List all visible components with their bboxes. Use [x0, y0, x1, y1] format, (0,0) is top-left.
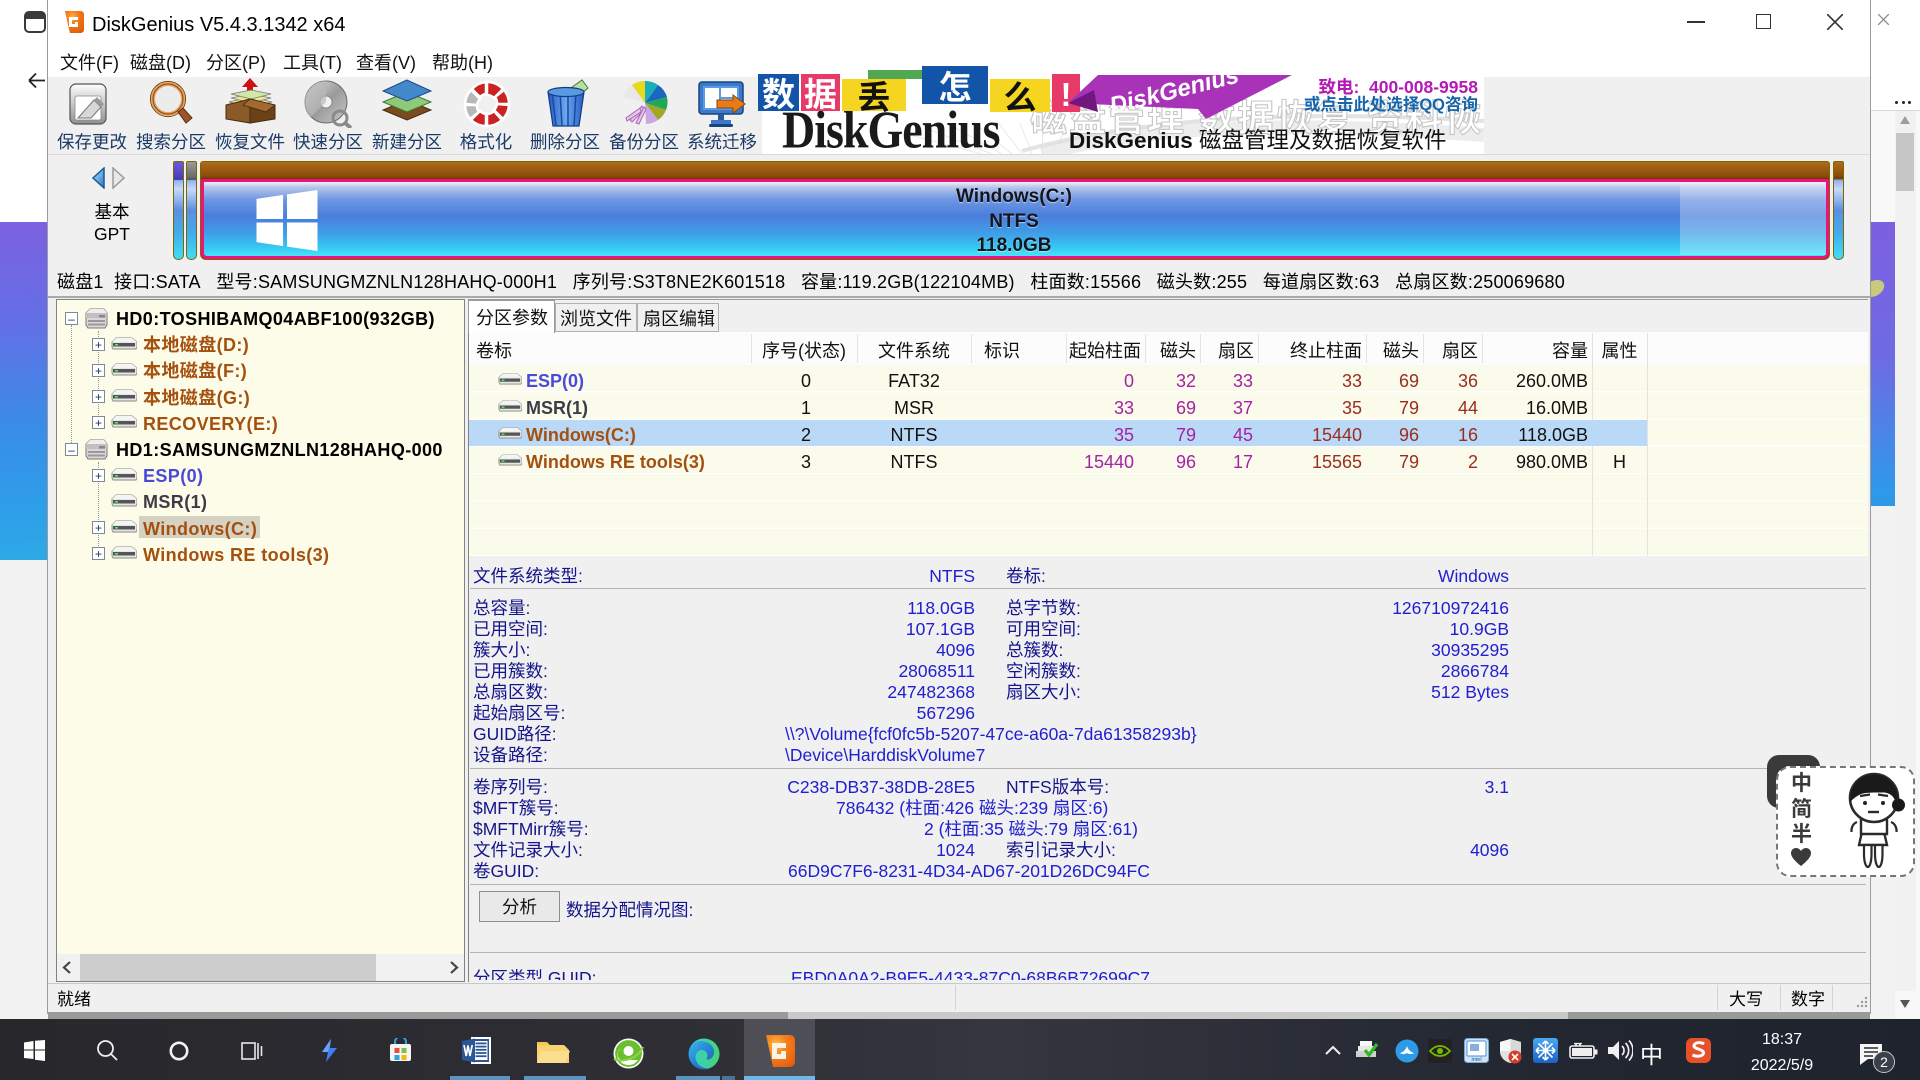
svg-text:intel: intel: [1471, 1057, 1481, 1063]
